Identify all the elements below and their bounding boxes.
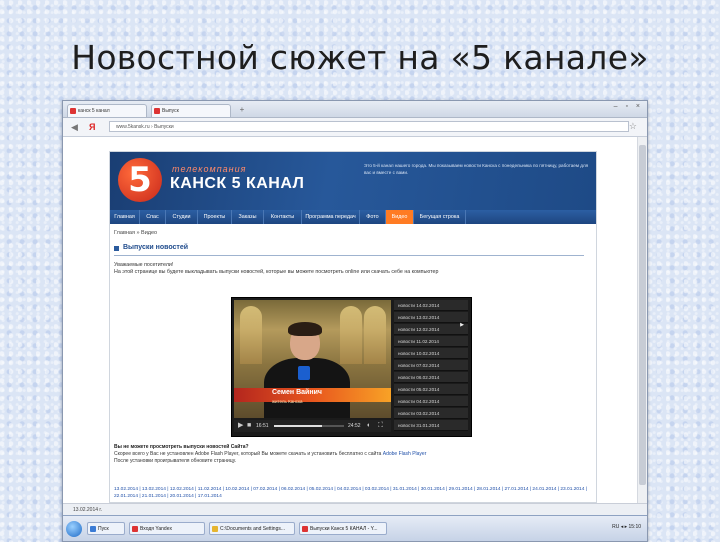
- nav-item-photo[interactable]: Фото: [360, 210, 386, 224]
- channel-5-logo[interactable]: 5: [118, 158, 162, 202]
- section-bullet-icon: [114, 246, 119, 251]
- faq-answer-2: После установки проигрывателя обновите с…: [114, 458, 237, 464]
- logo-subtitle: телекомпания: [172, 164, 247, 174]
- browser-tab-label: Выпуск: [162, 108, 179, 114]
- taskbar-item[interactable]: C:\Documents and Settings...: [209, 522, 295, 535]
- playlist-item[interactable]: новости 31.01.2014: [394, 420, 468, 431]
- fullscreen-icon[interactable]: ⛶: [378, 421, 383, 431]
- video-player: Семен Вайнич житель Канска ▶ ■ 16:51 24:…: [231, 297, 472, 437]
- url-field[interactable]: www.5kansk.ru › Выпуски: [109, 121, 629, 132]
- window-controls[interactable]: – ▫ ×: [614, 103, 643, 110]
- caption-subtitle: житель Канска: [272, 399, 303, 404]
- background-arch: [364, 306, 386, 364]
- vertical-scrollbar[interactable]: [637, 137, 647, 503]
- bookmark-star-icon[interactable]: ☆: [629, 121, 637, 132]
- section-title-text: Выпуски новостей: [123, 244, 189, 251]
- browser-tab-label: канск 5 канал: [78, 108, 110, 114]
- nav-item-home[interactable]: Главная: [110, 210, 140, 224]
- taskbar-item[interactable]: Выпуски Канск 5 КАНАЛ - Y...: [299, 522, 387, 535]
- archive-date-links[interactable]: 13.02.2014 | 13.02.2014 | 12.02.2014 | 1…: [114, 486, 590, 500]
- site-nav: Главная Спас Студии Проекты Заказы Конта…: [110, 210, 596, 224]
- taskbar-item[interactable]: Входя Yandex: [129, 522, 205, 535]
- browser-tab-strip: канск 5 канал Выпуск + – ▫ ×: [63, 101, 647, 118]
- logo-name: КАНСК 5 КАНАЛ: [170, 175, 305, 192]
- address-bar: ◀ Я www.5kansk.ru › Выпуски ☆: [63, 118, 647, 137]
- taskbar-item[interactable]: Пуск: [87, 522, 125, 535]
- nav-item-spas[interactable]: Спас: [140, 210, 166, 224]
- favicon-icon: [70, 108, 76, 114]
- browser-icon: [302, 526, 308, 532]
- breadcrumb[interactable]: Главная » Видео: [114, 230, 157, 236]
- taskbar-item-label: Входя Yandex: [140, 526, 172, 532]
- new-tab-button[interactable]: +: [237, 105, 247, 114]
- stop-icon[interactable]: ■: [247, 421, 251, 431]
- faq-answer: Скорее всего у Вас не установлен Adobe F…: [114, 451, 382, 457]
- playlist-item[interactable]: новости 07.02.2014: [394, 360, 468, 371]
- section-title: Выпуски новостей: [114, 244, 584, 256]
- person-hair: [288, 322, 322, 336]
- playlist-item[interactable]: новости 14.02.2014: [394, 300, 468, 311]
- nav-item-schedule[interactable]: Программа передач: [302, 210, 360, 224]
- playlist-current-arrow-icon: ▶: [460, 322, 464, 328]
- header-info-text: Это 5-й канал нашего города. Мы показыва…: [364, 163, 589, 175]
- browser-tab-active[interactable]: Выпуск: [151, 104, 231, 117]
- playlist: новости 14.02.2014 новости 13.02.2014 но…: [394, 300, 468, 432]
- notice: Уважаемые посетители! На этой странице в…: [114, 262, 584, 276]
- nav-item-orders[interactable]: Заказы: [232, 210, 264, 224]
- browser-screenshot: канск 5 канал Выпуск + – ▫ × ◀ Я www.5ka…: [62, 100, 648, 542]
- back-arrow-icon[interactable]: ◀: [71, 122, 78, 132]
- folder-icon: [212, 526, 218, 532]
- playlist-item[interactable]: новости 04.02.2014: [394, 396, 468, 407]
- yandex-logo-icon[interactable]: Я: [89, 122, 95, 132]
- background-arch: [340, 306, 362, 364]
- browser-tab[interactable]: канск 5 канал: [67, 104, 147, 117]
- background-arch: [240, 306, 262, 364]
- nav-item-studios[interactable]: Студии: [166, 210, 198, 224]
- taskbar-item-label: C:\Documents and Settings...: [220, 526, 286, 532]
- playlist-item[interactable]: новости 11.02.2014: [394, 336, 468, 347]
- video-frame[interactable]: Семен Вайнич житель Канска: [234, 300, 391, 418]
- scrollbar-thumb[interactable]: [639, 145, 646, 485]
- playlist-item[interactable]: новости 12.02.2014: [394, 324, 468, 335]
- page-viewport: 5 телекомпания КАНСК 5 КАНАЛ Это 5-й кан…: [63, 137, 647, 503]
- playlist-item[interactable]: новости 06.02.2014: [394, 372, 468, 383]
- status-bar: 13.02.2014 г.: [63, 503, 647, 515]
- volume-icon[interactable]: ◖: [366, 421, 370, 431]
- faq-block: Вы не можете просмотреть выпуски новосте…: [114, 444, 590, 465]
- player-controls: ▶ ■ 16:51 24:52 ◖ ⛶: [234, 420, 391, 432]
- slide-title: Новостной сюжет на «5 канале»: [71, 38, 649, 77]
- nav-item-contacts[interactable]: Контакты: [264, 210, 302, 224]
- playlist-item[interactable]: новости 13.02.2014: [394, 312, 468, 323]
- taskbar-item-label: Выпуски Канск 5 КАНАЛ - Y...: [310, 526, 378, 532]
- faq-question: Вы не можете просмотреть выпуски новосте…: [114, 444, 249, 450]
- notice-text: На этой странице вы будете выкладывать в…: [114, 269, 439, 275]
- notice-heading: Уважаемые посетители!: [114, 262, 174, 268]
- favicon-icon: [154, 108, 160, 114]
- taskbar-item-label: Пуск: [98, 526, 109, 532]
- start-icon: [90, 526, 96, 532]
- playlist-item[interactable]: новости 10.02.2014: [394, 348, 468, 359]
- adobe-flash-link[interactable]: Adobe Flash Player: [383, 451, 427, 457]
- caption-name: Семен Вайнич: [272, 389, 322, 396]
- progress-fill: [274, 425, 322, 427]
- start-button[interactable]: [66, 521, 82, 537]
- yandex-icon: [132, 526, 138, 532]
- taskbar: Пуск Входя Yandex C:\Documents and Setti…: [63, 515, 647, 541]
- time-current: 16:51: [256, 423, 269, 429]
- nav-item-video[interactable]: Видео: [386, 210, 414, 224]
- progress-bar[interactable]: [274, 425, 344, 427]
- microphone-icon: [298, 366, 310, 380]
- nav-item-projects[interactable]: Проекты: [198, 210, 232, 224]
- system-tray[interactable]: RU ◂ ▸ 15:10: [612, 524, 641, 530]
- website: 5 телекомпания КАНСК 5 КАНАЛ Это 5-й кан…: [109, 151, 597, 503]
- playlist-item[interactable]: новости 03.02.2014: [394, 408, 468, 419]
- play-icon[interactable]: ▶: [238, 421, 243, 431]
- nav-item-ticker[interactable]: Бегущая строка: [414, 210, 466, 224]
- playlist-item[interactable]: новости 05.02.2014: [394, 384, 468, 395]
- site-header: 5 телекомпания КАНСК 5 КАНАЛ Это 5-й кан…: [110, 152, 596, 210]
- time-total: 24:52: [348, 423, 361, 429]
